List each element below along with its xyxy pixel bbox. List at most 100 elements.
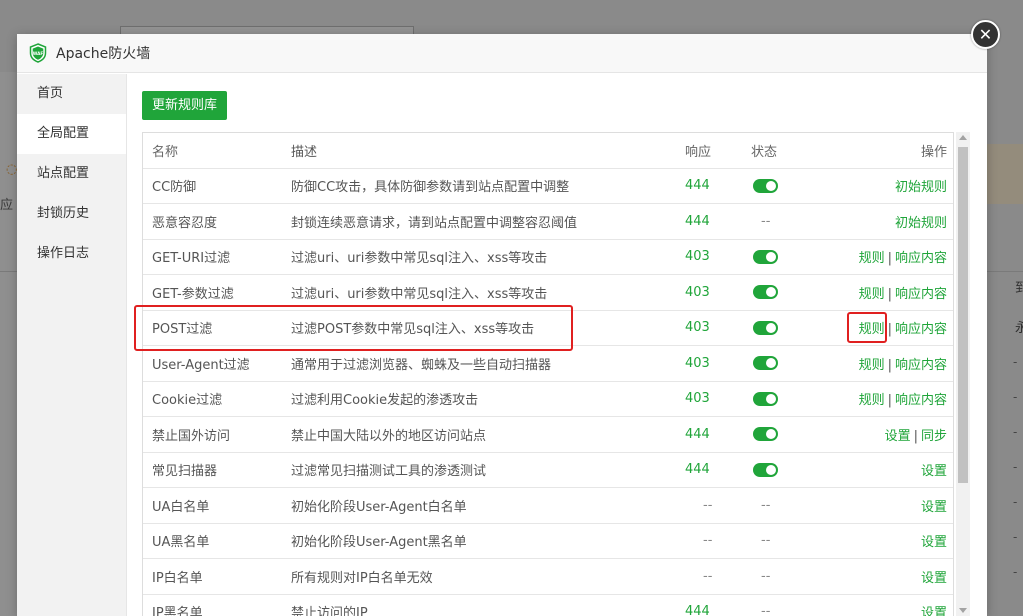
status-toggle[interactable] <box>753 178 778 193</box>
status-toggle[interactable] <box>753 427 778 442</box>
empty-value: -- <box>703 533 713 549</box>
background-left-text: 应 <box>0 198 14 213</box>
link-separator: | <box>913 428 918 444</box>
operation-link[interactable]: 响应内容 <box>895 287 947 302</box>
status-toggle[interactable] <box>753 320 778 335</box>
rule-name: GET-参数过滤 <box>143 274 283 311</box>
operation-link[interactable]: 初始规则 <box>895 216 947 231</box>
scroll-up-arrow-icon[interactable] <box>959 135 967 140</box>
table-row: IP白名单 所有规则对IP白名单无效 -- -- 设置 <box>143 558 953 595</box>
table-row: Cookie过滤 过滤利用Cookie发起的渗透攻击 403 规则 | 响应内容 <box>143 381 953 417</box>
status-toggle[interactable] <box>753 249 778 264</box>
table-scrollbar[interactable] <box>956 132 970 616</box>
scroll-thumb[interactable] <box>958 147 968 483</box>
operation-link[interactable]: 设置 <box>921 535 947 550</box>
rule-name: 恶意容忍度 <box>143 203 283 240</box>
status-toggle[interactable] <box>753 391 778 406</box>
rule-response-code: 403 <box>683 381 751 417</box>
rule-description: 过滤常见扫描测试工具的渗透测试 <box>283 452 683 488</box>
rule-status: -- <box>751 487 830 524</box>
rule-operations: 初始规则 <box>830 168 953 204</box>
rule-response-code: 403 <box>683 239 751 275</box>
empty-value: -- <box>761 568 771 584</box>
rules-table: 名称 描述 响应 状态 操作 CC防御 防御CC攻击，具体防御参数请到站点配置中调… <box>143 133 953 616</box>
sidebar-item-operation-log[interactable]: 操作日志 <box>17 234 126 274</box>
table-row: 恶意容忍度 封锁连续恶意请求，请到站点配置中调整容忍阈值 444 -- 初始规则 <box>143 203 953 240</box>
rule-operations: 规则 | 响应内容 <box>830 274 953 311</box>
operation-link[interactable]: 设置 <box>921 606 947 616</box>
status-toggle[interactable] <box>753 356 778 371</box>
rule-name: UA黑名单 <box>143 523 283 559</box>
operation-link[interactable]: 响应内容 <box>895 251 947 266</box>
background-right-dash: - <box>1013 565 1018 579</box>
sidebar-item-home[interactable]: 首页 <box>17 74 126 114</box>
operation-link[interactable]: 设置 <box>921 464 947 479</box>
operation-link[interactable]: 响应内容 <box>895 322 947 337</box>
table-row: IP黑名单 禁止访问的IP 444 -- 设置 <box>143 594 953 616</box>
sidebar: 首页 全局配置 站点配置 封锁历史 操作日志 <box>17 74 127 616</box>
waf-shield-icon: WAF <box>29 43 47 63</box>
rule-name: UA白名单 <box>143 487 283 524</box>
operation-link[interactable]: 响应内容 <box>895 358 947 373</box>
rule-operations: 设置 <box>830 487 953 524</box>
rule-description: 通常用于过滤浏览器、蜘蛛及一些自动扫描器 <box>283 345 683 382</box>
table-row: GET-参数过滤 过滤uri、uri参数中常见sql注入、xss等攻击 403 规则 |… <box>143 274 953 311</box>
table-row: UA白名单 初始化阶段User-Agent白名单 -- -- 设置 <box>143 487 953 524</box>
rule-operations: 规则 | 响应内容 <box>830 381 953 417</box>
close-button[interactable]: ✕ <box>971 20 1000 49</box>
background-right-dash: - <box>1013 390 1018 404</box>
background-divider <box>987 271 1023 272</box>
scroll-down-arrow-icon[interactable] <box>959 608 967 613</box>
rule-status <box>751 381 830 417</box>
link-separator: | <box>887 322 892 338</box>
rule-status: -- <box>751 594 830 616</box>
operation-link[interactable]: 设置 <box>921 500 947 515</box>
rule-description: 防御CC攻击，具体防御参数请到站点配置中调整 <box>283 168 683 204</box>
background-right-dash: - <box>1013 355 1018 369</box>
background-warning-icon: ◌ <box>6 162 18 177</box>
column-header-status: 状态 <box>751 133 830 169</box>
operation-link[interactable]: 同步 <box>921 429 947 444</box>
status-toggle[interactable] <box>753 285 778 300</box>
status-toggle[interactable] <box>753 462 778 477</box>
modal-header: WAF Apache防火墙 <box>17 34 987 73</box>
operation-link[interactable]: 规则 <box>859 251 885 266</box>
operation-link[interactable]: 规则 <box>859 358 885 373</box>
sidebar-item-block-history[interactable]: 封锁历史 <box>17 194 126 234</box>
link-separator: | <box>887 393 892 409</box>
sidebar-item-site-config[interactable]: 站点配置 <box>17 154 126 194</box>
update-rules-button[interactable]: 更新规则库 <box>142 91 228 120</box>
rule-operations: 规则 | 响应内容 <box>830 345 953 382</box>
table-row: UA黑名单 初始化阶段User-Agent黑名单 -- -- 设置 <box>143 523 953 559</box>
background-right-dash: - <box>1013 460 1018 474</box>
empty-value: -- <box>761 604 771 616</box>
rule-status <box>751 239 830 275</box>
modal-title: Apache防火墙 <box>56 46 151 62</box>
operation-link[interactable]: 响应内容 <box>895 393 947 408</box>
rule-operations: 初始规则 <box>830 203 953 240</box>
rule-description: 初始化阶段User-Agent黑名单 <box>283 523 683 559</box>
operation-link[interactable]: 设置 <box>921 571 947 586</box>
rule-name: 常见扫描器 <box>143 452 283 488</box>
rule-status <box>751 416 830 453</box>
firewall-modal: WAF Apache防火墙 首页 全局配置 站点配置 封锁历史 操作日志 更新规… <box>17 34 987 616</box>
rule-operations: 规则 | 响应内容 <box>830 310 953 346</box>
operation-link[interactable]: 规则 <box>859 393 885 408</box>
empty-value: -- <box>761 497 771 513</box>
operation-link[interactable]: 规则 <box>859 322 885 337</box>
operation-link[interactable]: 规则 <box>859 287 885 302</box>
background-right-strip <box>987 0 1023 616</box>
operation-link[interactable]: 初始规则 <box>895 180 947 195</box>
rule-name: IP黑名单 <box>143 594 283 616</box>
background-right-dash: - <box>1013 530 1018 544</box>
rule-status <box>751 452 830 488</box>
rule-description: 所有规则对IP白名单无效 <box>283 558 683 595</box>
rule-description: 过滤利用Cookie发起的渗透攻击 <box>283 381 683 417</box>
rule-operations: 规则 | 响应内容 <box>830 239 953 275</box>
rule-operations: 设置 <box>830 452 953 488</box>
rule-response-empty: -- <box>683 487 751 524</box>
operation-link[interactable]: 设置 <box>885 429 911 444</box>
link-separator: | <box>887 357 892 373</box>
rule-status: -- <box>751 203 830 240</box>
sidebar-item-global-config[interactable]: 全局配置 <box>17 114 126 154</box>
